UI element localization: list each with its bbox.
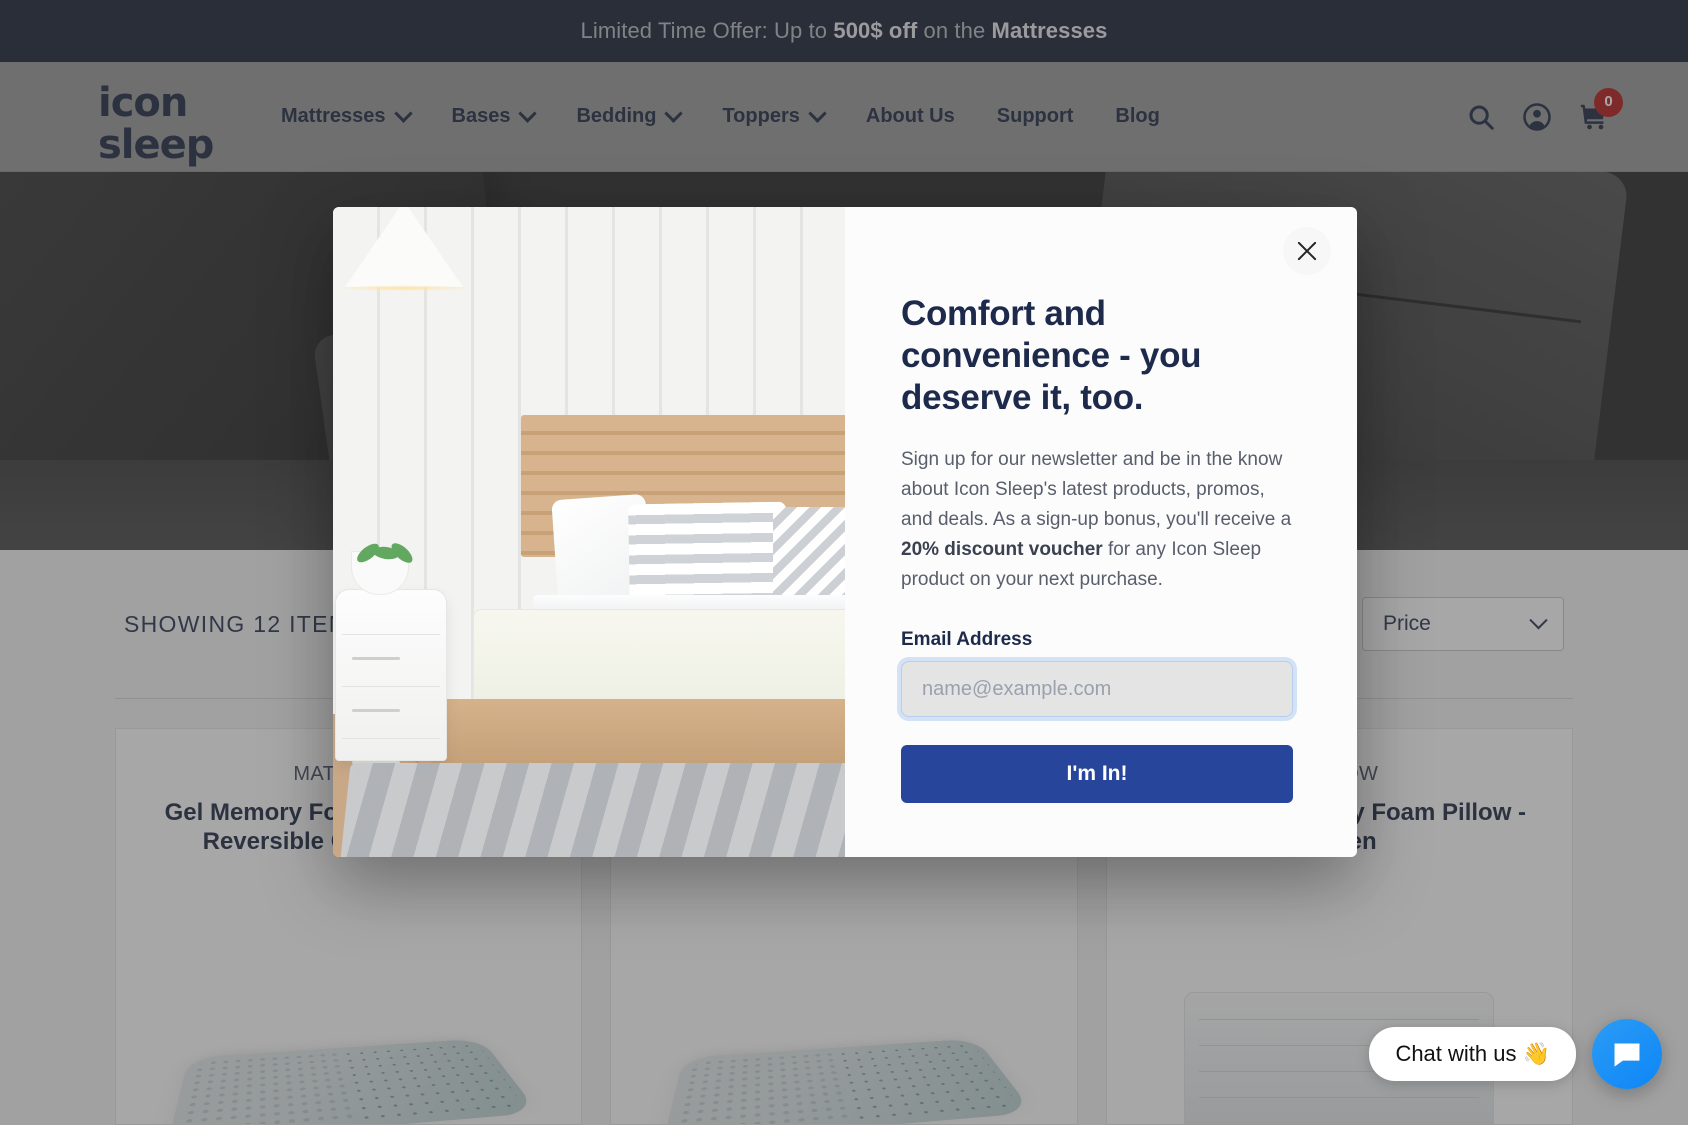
close-icon[interactable] — [1283, 227, 1331, 275]
chat-widget: Chat with us 👋 — [1369, 1019, 1662, 1089]
nightstand — [335, 589, 447, 764]
modal-body-text: Sign up for our newsletter and be in the… — [901, 445, 1293, 595]
modal-content-panel: Comfort and convenience - you deserve it… — [845, 207, 1357, 857]
modal-heading: Comfort and convenience - you deserve it… — [901, 294, 1202, 417]
bed-frame — [431, 699, 845, 771]
chat-bubble-icon[interactable] — [1592, 1019, 1662, 1089]
submit-button[interactable]: I'm In! — [901, 745, 1293, 804]
email-input[interactable] — [901, 661, 1293, 718]
mattress-graphic — [473, 609, 845, 705]
striped-pillow — [628, 501, 788, 609]
modal-image — [333, 207, 845, 857]
chevron-pillow — [773, 507, 845, 605]
chat-prompt-pill[interactable]: Chat with us 👋 — [1369, 1027, 1576, 1081]
modal-body-bold: 20% discount voucher — [901, 539, 1103, 561]
modal-body-part1: Sign up for our newsletter and be in the… — [901, 449, 1292, 531]
page-root: Limited Time Offer: Up to 500$ off on th… — [0, 0, 1688, 1125]
nightstand-drawer — [342, 686, 440, 738]
newsletter-modal: Comfort and convenience - you deserve it… — [333, 207, 1357, 857]
area-rug — [339, 763, 845, 857]
email-field-label: Email Address — [901, 629, 1033, 651]
lamp-glow — [339, 285, 469, 291]
nightstand-drawer — [342, 634, 440, 686]
